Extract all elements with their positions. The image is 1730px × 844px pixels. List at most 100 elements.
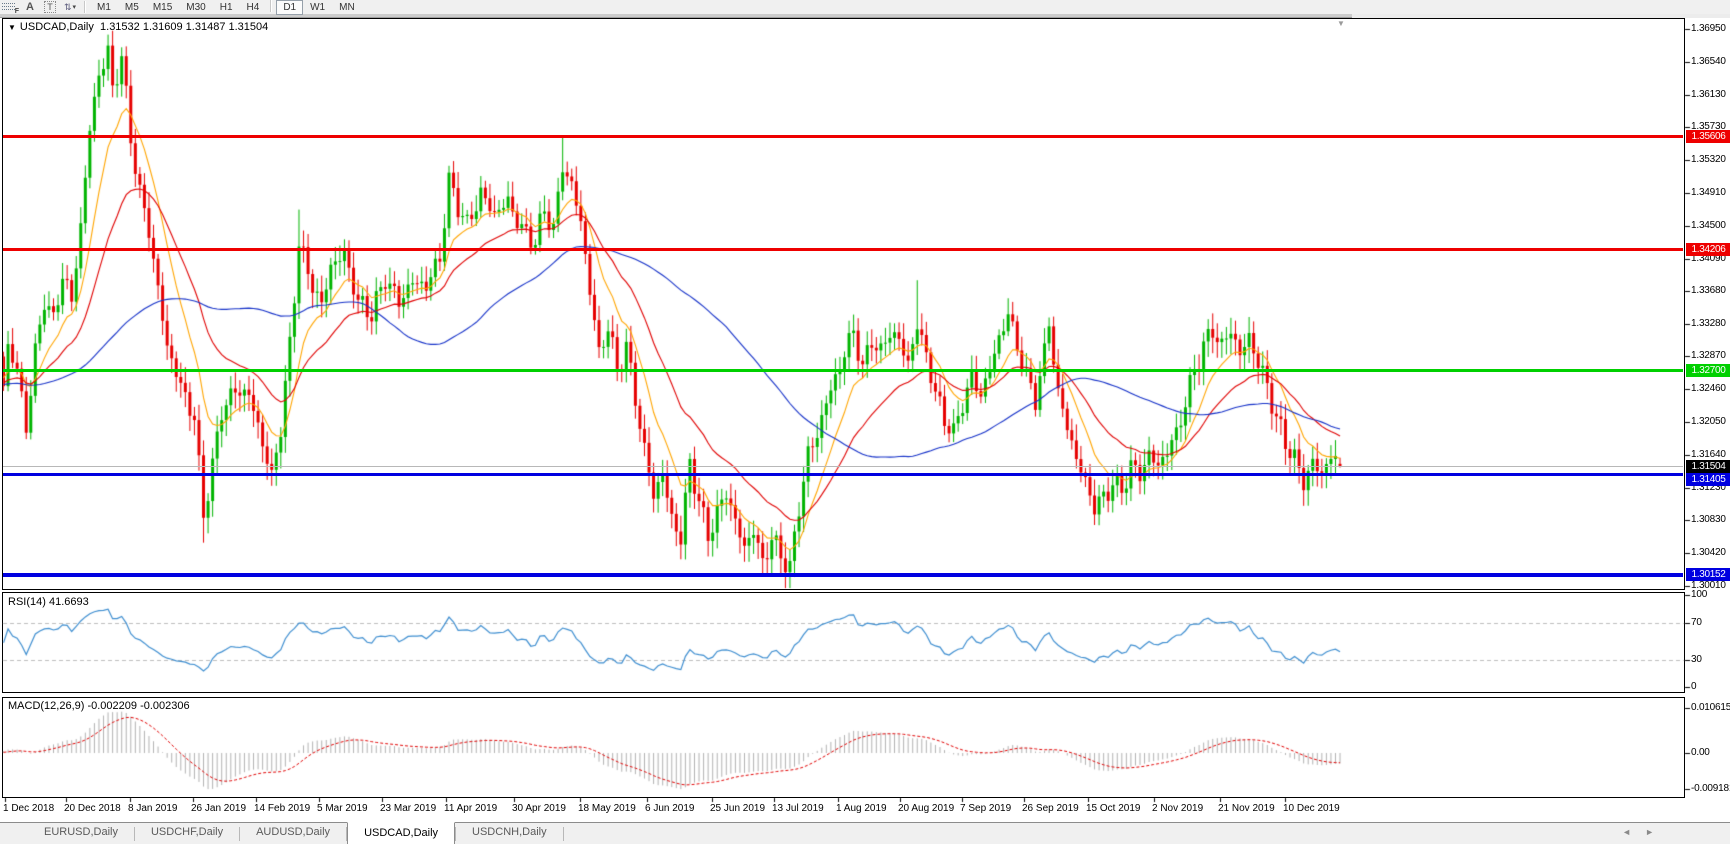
date-axis-label: 26 Jan 2019 [191,803,246,814]
text-label-tool-icon: T [44,1,56,13]
resistance-line-1[interactable] [3,135,1683,138]
price-axis-tick: 1.36130 [1691,89,1726,100]
arrows-tool-icon: ⇅ [64,2,71,13]
ohlc-close: 1.31504 [229,21,269,33]
date-axis-label: 15 Oct 2019 [1086,803,1140,814]
toolbar-separator [270,0,272,12]
support-line-1[interactable] [3,473,1683,476]
tab-eurusd[interactable]: EURUSD,Daily [28,823,134,844]
price-chart-panel[interactable] [2,18,1685,590]
date-axis-label: 25 Jun 2019 [710,803,765,814]
ohlc-high: 1.31609 [143,21,183,33]
date-axis-label: 18 May 2019 [578,803,636,814]
tab-separator [563,827,564,841]
price-axis-tick: 1.32870 [1691,350,1726,361]
macd-panel[interactable] [2,697,1685,798]
timeframe-button-m15[interactable]: M15 [146,0,179,15]
timeframe-group: M1M5M15M30H1H4 D1W1MN [90,0,362,15]
price-axis-tick: 1.30420 [1691,547,1726,558]
date-axis-label: 14 Feb 2019 [254,803,310,814]
rsi-axis-tick: 30 [1691,654,1702,665]
macd-label: MACD(12,26,9) -0.002209 -0.002306 [8,700,190,712]
date-axis-label: 30 Apr 2019 [512,803,566,814]
price-axis-tick: 1.34500 [1691,220,1726,231]
symbol-tabs: EURUSD,DailyUSDCHF,DailyAUDUSD,DailyUSDC… [28,823,564,844]
text-label-tool[interactable]: T [41,1,59,14]
resistance-line-1-badge: 1.35606 [1686,130,1730,143]
price-axis-tick: 1.33680 [1691,285,1726,296]
price-axis-tick: 1.36540 [1691,56,1726,67]
resistance-line-2-badge: 1.34206 [1686,243,1730,256]
date-axis-label: 20 Aug 2019 [898,803,954,814]
price-axis-tick: 1.32460 [1691,383,1726,394]
toolbar-separator [84,1,86,13]
ohlc-open: 1.31532 [100,21,140,33]
support-line-1-badge: 1.31405 [1686,473,1730,486]
date-axis-label: 10 Dec 2019 [1283,803,1340,814]
timeframe-button-h4[interactable]: H4 [240,0,267,15]
date-axis-label: 6 Jun 2019 [645,803,695,814]
support-line-2-badge: 1.30152 [1686,568,1730,581]
price-axis-tick: 1.33280 [1691,318,1726,329]
macd-axis-tick: -0.009181 [1691,783,1730,794]
pivot-line-badge: 1.32700 [1686,364,1730,377]
current-price-line [3,466,1683,467]
rsi-axis-tick: 100 [1691,589,1707,600]
arrows-tool[interactable]: ⇅ ▾ [61,1,79,14]
date-axis-label: 21 Nov 2019 [1218,803,1275,814]
timeframe-button-h1[interactable]: H1 [213,0,240,15]
price-axis-tick: 1.30830 [1691,514,1726,525]
support-line-2[interactable] [3,573,1683,577]
date-axis-label: 2 Nov 2019 [1152,803,1203,814]
tab-scroll-right-icon[interactable]: ► [1645,827,1668,837]
price-axis-tick: 1.31640 [1691,449,1726,460]
chart-dropdown-icon[interactable]: ▼ [8,23,16,32]
macd-axis-tick: 0.00 [1691,747,1710,758]
chart-symbol-period: USDCAD,Daily [20,21,94,33]
timeframe-button-m5[interactable]: M5 [118,0,146,15]
tab-audusd[interactable]: AUDUSD,Daily [240,823,346,844]
timeframe-button-m1[interactable]: M1 [90,0,118,15]
date-axis-label: 5 Mar 2019 [317,803,368,814]
rsi-axis-tick: 70 [1691,617,1702,628]
chevron-down-icon: ▾ [73,3,77,11]
tab-usdcnh[interactable]: USDCNH,Daily [456,823,563,844]
date-axis-label: 1 Aug 2019 [836,803,887,814]
tab-scroll-buttons: ◄► [1622,827,1668,837]
resistance-line-2[interactable] [3,248,1683,251]
date-axis-label: 26 Sep 2019 [1022,803,1079,814]
pivot-line[interactable] [3,369,1683,372]
trading-terminal-window: F A T ⇅ ▾ M1M5M15M30H1H4 D1W1MN ▼ USDCAD,D… [0,0,1730,844]
fibonacci-tool-icon: F [2,2,18,13]
rsi-axis-tick: 0 [1691,681,1696,692]
tab-usdchf[interactable]: USDCHF,Daily [135,823,239,844]
macd-axis-tick: 0.010615 [1691,702,1730,713]
rsi-panel[interactable] [2,592,1685,693]
fibonacci-tool[interactable]: F [1,1,19,14]
price-axis-tick: 1.35320 [1691,154,1726,165]
tab-scroll-left-icon[interactable]: ◄ [1622,827,1645,837]
date-axis-label: 7 Sep 2019 [960,803,1011,814]
price-axis-tick: 1.32050 [1691,416,1726,427]
chart-title: ▼ USDCAD,Daily 1.31532 1.31609 1.31487 1.… [8,21,268,33]
text-tool-icon: A [26,1,34,13]
rsi-label: RSI(14) 41.6693 [8,596,89,608]
scrollbar-thumb[interactable] [0,14,1352,18]
scroll-to-end-icon[interactable]: ▼ [1337,19,1345,28]
text-tool[interactable]: A [21,1,39,14]
price-axis-tick: 1.36950 [1691,23,1726,34]
ohlc-low: 1.31487 [186,21,226,33]
timeframe-button-mn[interactable]: MN [332,0,362,15]
timeframe-button-m30[interactable]: M30 [179,0,212,15]
toolbar: F A T ⇅ ▾ M1M5M15M30H1H4 D1W1MN [0,0,1730,14]
date-axis-label: 20 Dec 2018 [64,803,121,814]
date-axis-label: 13 Jul 2019 [772,803,824,814]
timeframe-button-w1[interactable]: W1 [303,0,332,15]
chart-horizontal-scrollbar[interactable] [0,14,1730,18]
tab-usdcad[interactable]: USDCAD,Daily [347,822,455,844]
timeframe-button-d1[interactable]: D1 [276,0,303,15]
date-axis-label: 23 Mar 2019 [380,803,436,814]
date-axis-label: 1 Dec 2018 [3,803,54,814]
current-price-badge: 1.31504 [1686,460,1730,473]
symbol-tabbar: EURUSD,DailyUSDCHF,DailyAUDUSD,DailyUSDC… [0,822,1730,844]
